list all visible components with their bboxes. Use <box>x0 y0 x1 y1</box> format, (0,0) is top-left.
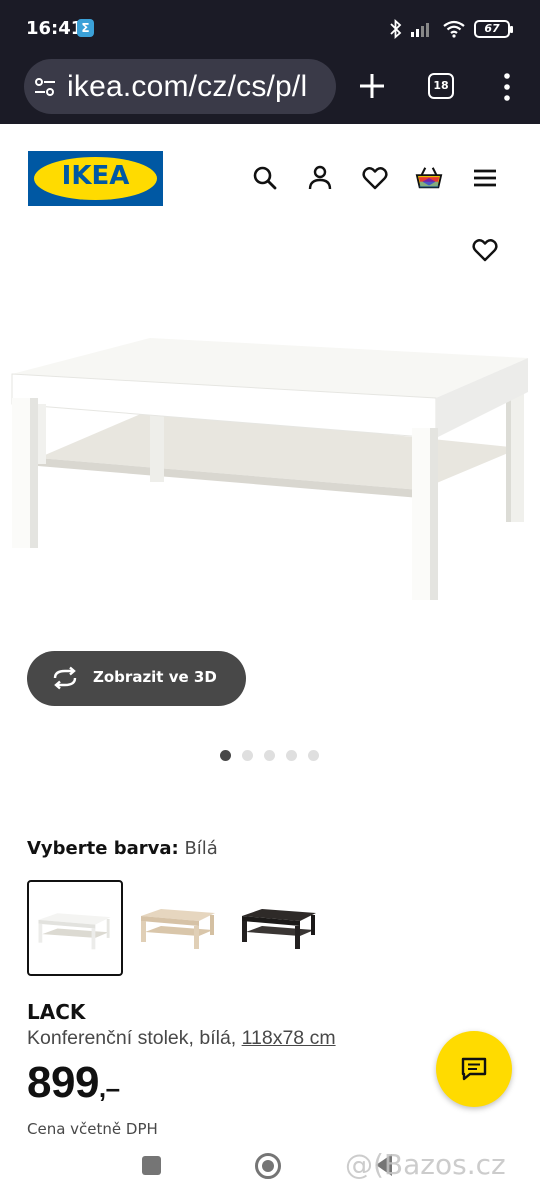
ikea-logo[interactable]: IKEA <box>28 151 163 206</box>
address-bar[interactable]: ikea.com/cz/cs/p/l <box>24 59 336 114</box>
view-in-3d-label: Zobrazit ve 3D <box>93 668 217 686</box>
recent-apps-button[interactable] <box>142 1156 161 1175</box>
status-bar: 16:41 Σ 67 <box>0 0 540 58</box>
system-navigation-bar: @(Bazos.cz <box>0 1136 540 1200</box>
status-time: 16:41 <box>26 18 84 39</box>
product-image[interactable] <box>0 228 540 648</box>
battery-indicator: 67 <box>474 20 513 38</box>
product-size-link[interactable]: 118x78 cm <box>242 1027 336 1049</box>
carousel-dot-3[interactable] <box>264 750 275 761</box>
rotate-3d-icon <box>53 666 77 690</box>
white-table-thumbnail <box>38 913 111 950</box>
carousel-dot-2[interactable] <box>242 750 253 761</box>
chat-button[interactable] <box>436 1031 512 1107</box>
browser-toolbar: ikea.com/cz/cs/p/l 18 <box>0 58 540 124</box>
status-icons: 67 <box>390 17 513 41</box>
new-tab-icon[interactable] <box>356 70 388 102</box>
price-suffix: ,– <box>98 1073 120 1103</box>
search-icon[interactable] <box>251 164 279 192</box>
color-option-white[interactable] <box>27 880 123 976</box>
view-in-3d-button[interactable]: Zobrazit ve 3D <box>27 651 246 706</box>
chat-bubble-icon <box>461 1057 487 1081</box>
color-option-black-brown[interactable] <box>230 880 326 976</box>
logo-text: IKEA <box>61 161 130 191</box>
image-carousel-dots <box>220 750 319 762</box>
home-button[interactable] <box>255 1153 281 1179</box>
product-price: 899,– <box>27 1058 120 1108</box>
bazos-watermark: @(Bazos.cz <box>345 1148 506 1181</box>
signal-icon <box>411 23 429 37</box>
favorites-heart-icon[interactable] <box>361 164 389 192</box>
url-text[interactable]: ikea.com/cz/cs/p/l <box>67 70 307 104</box>
product-name: LACK <box>27 1000 86 1024</box>
price-amount: 899 <box>27 1058 99 1107</box>
color-option-white-stained-oak[interactable] <box>129 880 225 976</box>
carousel-dot-5[interactable] <box>308 750 319 761</box>
oak-table-thumbnail <box>141 909 215 949</box>
carousel-dot-4[interactable] <box>286 750 297 761</box>
browser-menu-icon[interactable] <box>502 72 512 102</box>
bluetooth-icon <box>390 19 402 39</box>
add-to-wishlist-heart-icon[interactable] <box>471 236 499 264</box>
shopping-basket-icon[interactable] <box>415 164 443 192</box>
black-table-thumbnail <box>242 909 316 949</box>
product-description: Konferenční stolek, bílá, 118x78 cm <box>27 1027 336 1050</box>
carousel-dot-1[interactable] <box>220 750 231 761</box>
wifi-icon <box>443 20 465 38</box>
product-description-text: Konferenční stolek, bílá, <box>27 1027 242 1049</box>
tab-switcher-button[interactable]: 18 <box>428 73 454 99</box>
site-settings-icon[interactable] <box>33 75 57 99</box>
color-select-prompt: Vyberte barva: <box>27 838 179 859</box>
selected-color-value: Bílá <box>184 838 218 859</box>
user-icon[interactable] <box>306 164 334 192</box>
app-notification-icon: Σ <box>77 19 94 37</box>
hamburger-menu-icon[interactable] <box>471 164 499 192</box>
color-select-label: Vyberte barva: Bílá <box>27 838 218 859</box>
site-header: IKEA <box>0 124 540 228</box>
